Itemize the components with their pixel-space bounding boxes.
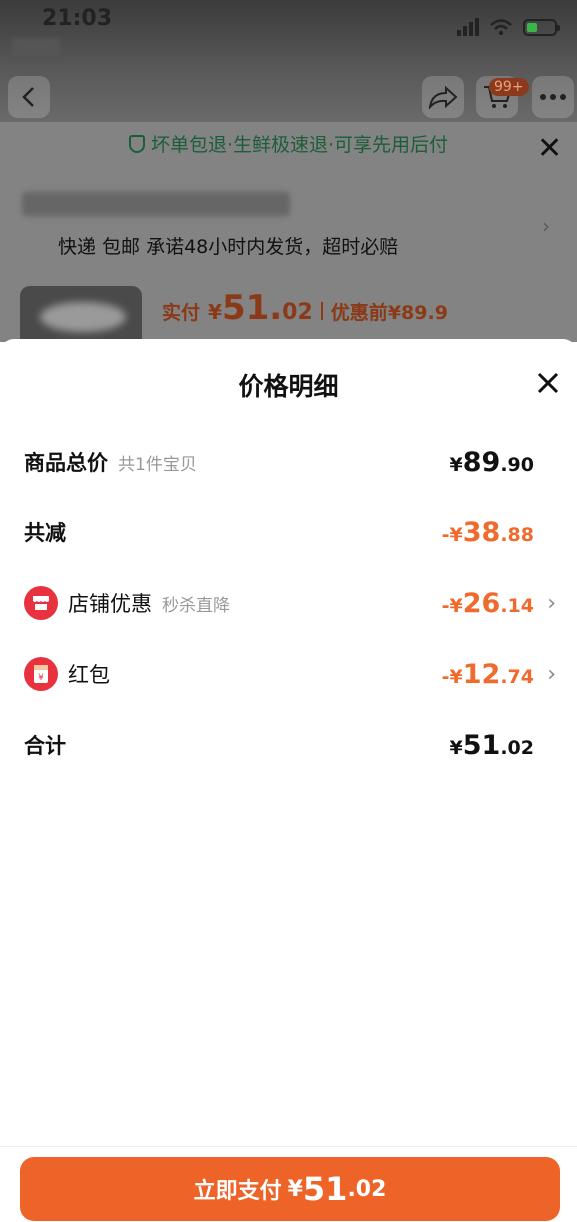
price-summary: 实付 ¥51.02 优惠前¥89.9 [162,288,448,328]
amount-dec: .88 [500,523,534,546]
amount-currency: ¥ [449,736,463,759]
paid-label: 实付 [162,302,201,324]
row-red-packet[interactable]: ¥ 红包 -¥12.74 › [24,654,556,694]
pay-dec: .02 [347,1176,387,1202]
row-amount: ¥51.02 [450,730,534,761]
chevron-right-icon[interactable]: › [547,591,556,616]
share-button[interactable] [422,76,464,118]
row-total-discount: 共减 -¥38.88 [24,512,536,552]
row-sub: 共1件宝贝 [118,454,197,475]
amount-dec: .14 [500,594,534,617]
amount-int: 12 [462,658,501,690]
status-time: 21:03 [42,6,113,31]
row-grand-total: 合计 ¥51.02 [24,725,536,765]
guarantee-banner: 坏单包退·生鲜极速退·可享先用后付 [0,130,577,157]
row-amount: -¥12.74 [442,659,534,690]
row-amount: ¥89.90 [450,447,534,478]
amount-currency: ¥ [449,453,463,476]
red-packet-icon: ¥ [24,657,58,691]
more-icon [540,94,566,100]
row-label: 商品总价 [24,451,108,475]
amount-int: 38 [462,516,501,548]
amount-currency: -¥ [441,594,463,617]
row-amount: -¥38.88 [442,517,534,548]
delivery-info: 快递 包邮 承诺48小时内发货，超时必赔 [58,236,399,258]
row-store-discount[interactable]: 店铺优惠 秒杀直降 -¥26.14 › [24,583,556,623]
sheet-title: 价格明细 [238,372,339,401]
address-text [22,192,290,216]
guarantee-text: 坏单包退·生鲜极速退·可享先用后付 [150,134,449,156]
chevron-right-icon[interactable]: › [542,214,550,238]
amount-int: 89 [462,446,501,478]
amount-dec: .90 [500,453,534,476]
wifi-icon [490,19,512,36]
more-button[interactable] [532,76,574,118]
amount-int: 26 [462,587,501,619]
paid-currency: ¥ [208,300,222,324]
pay-currency: ¥ [287,1176,303,1202]
row-goods-total: 商品总价 共1件宝贝 ¥89.90 [24,442,536,482]
carrier-label [12,38,60,58]
cart-badge: 99+ [489,78,529,96]
svg-text:¥: ¥ [38,673,44,683]
divider [320,302,323,320]
row-amount: -¥26.14 [442,588,534,619]
pay-label: 立即支付 [193,1179,282,1204]
share-icon [428,85,458,109]
close-icon[interactable]: ✕ [537,134,562,164]
amount-int: 51 [462,729,501,761]
amount-dec: .74 [500,665,534,688]
back-icon [22,87,34,107]
amount-dec: .02 [500,736,534,759]
price-detail-sheet: 价格明细 商品总价 共1件宝贝 ¥89.90 共减 -¥38.88 店铺优惠 秒… [0,339,577,1222]
paid-dec: 02 [282,300,313,325]
chevron-right-icon[interactable]: › [547,662,556,687]
amount-currency: -¥ [441,523,463,546]
row-label: 红包 [68,663,110,687]
close-icon[interactable] [534,369,562,397]
before-price: ¥89.9 [387,302,448,324]
product-thumbnail [20,286,142,346]
pay-int: 51 [302,1170,348,1208]
battery-icon [523,18,560,36]
status-icons [457,18,560,36]
back-button[interactable] [8,76,50,118]
row-sub: 秒杀直降 [162,595,230,616]
divider [0,1146,577,1147]
amount-currency: -¥ [441,665,463,688]
row-label: 合计 [24,734,66,758]
before-label: 优惠前 [330,302,388,324]
row-label: 共减 [24,521,66,545]
row-label: 店铺优惠 [68,592,152,616]
pay-now-button[interactable]: 立即支付 ¥51.02 [20,1157,560,1221]
shield-icon [128,135,145,153]
store-icon [24,586,58,620]
signal-icon [457,18,479,36]
paid-int: 51. [221,288,283,328]
